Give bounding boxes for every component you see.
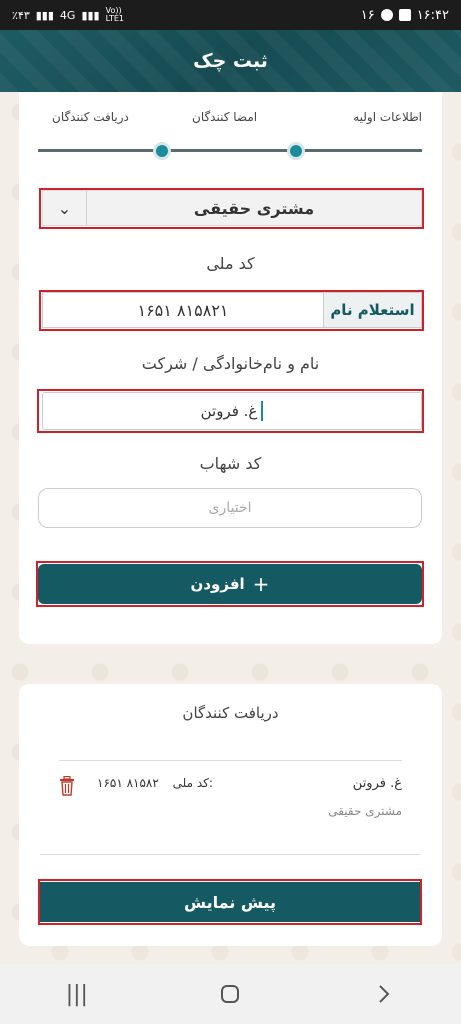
name-value: غ. فروتن: [200, 402, 258, 420]
form-card: اطلاعات اولیه امضا کنندگان دریافت کنندگا…: [19, 92, 442, 644]
national-code-label: کد ملی: [206, 254, 255, 273]
preview-button[interactable]: پیش نمایش: [40, 882, 420, 922]
receiver-type: مشتری حقیقی: [328, 804, 402, 818]
name-input[interactable]: غ. فروتن: [42, 392, 422, 430]
receiver-code-label: کد ملی:: [172, 776, 213, 790]
national-code-input[interactable]: ۱۶۵۱ ۸۱۵۸۲۱: [43, 293, 323, 327]
signal-icon-2: ▮▮▮: [81, 8, 100, 22]
add-button[interactable]: افزودن +: [38, 564, 422, 604]
battery-text: ٪۴۳: [12, 8, 30, 22]
volte-label: Vo)) LTE1: [105, 6, 124, 23]
text-cursor: [261, 401, 264, 421]
step-label-signers[interactable]: امضا کنندگان: [192, 110, 257, 124]
stepper-track: [38, 149, 422, 152]
page-title: ثبت چک: [193, 50, 268, 72]
gallery-icon: [398, 9, 411, 21]
receiver-code-value: ۱۶۵۱ ۸۱۵۸۲: [97, 776, 159, 790]
step-dot-receivers[interactable]: [153, 142, 171, 160]
status-left: ٪۴۳ ▮▮▮ 4G ▮▮▮ Vo)) LTE1: [12, 7, 124, 23]
back-icon[interactable]: [364, 979, 404, 1009]
clock: ۱۶:۴۲: [416, 7, 449, 23]
chevron-down-icon: ⌄: [43, 191, 87, 225]
shield-icon: [380, 9, 393, 21]
signal-icon: ▮▮▮: [35, 8, 54, 22]
shahab-label: کد شهاب: [199, 454, 262, 473]
step-label-receivers[interactable]: دریافت کنندگان: [52, 110, 129, 124]
customer-type-select[interactable]: ⌄ مشتری حقیقی: [42, 190, 422, 226]
shahab-input[interactable]: اختیاری: [38, 488, 422, 528]
plus-icon: +: [252, 572, 270, 596]
national-code-row: ۱۶۵۱ ۸۱۵۸۲۱ استعلام نام: [42, 292, 422, 328]
network-label: 4G: [59, 8, 76, 22]
stepper: اطلاعات اولیه امضا کنندگان دریافت کنندگا…: [38, 106, 422, 160]
step-label-initial-info[interactable]: اطلاعات اولیه: [353, 110, 422, 124]
home-icon[interactable]: [210, 979, 250, 1009]
divider-top: [59, 760, 402, 761]
status-right: ۱۶ ۱۶:۴۲: [361, 8, 449, 23]
system-nav-bar: |||: [0, 964, 461, 1024]
add-label: افزودن: [190, 575, 245, 593]
status-bar: ٪۴۳ ▮▮▮ 4G ▮▮▮ Vo)) LTE1 ۱۶ ۱۶:۴۲: [0, 0, 461, 30]
customer-type-value: مشتری حقیقی: [193, 198, 315, 218]
receivers-title: دریافت کنندگان: [182, 704, 279, 722]
inquiry-name-button[interactable]: استعلام نام: [323, 293, 421, 327]
receiver-name: غ. فروتن: [352, 776, 402, 791]
trash-icon[interactable]: [59, 776, 75, 796]
receivers-card: دریافت کنندگان غ. فروتن مشتری حقیقی ۱۶۵۱…: [19, 684, 442, 946]
shahab-placeholder: اختیاری: [208, 500, 252, 516]
name-label: نام و نام‌خانوادگی / شرکت: [141, 354, 320, 373]
recent-apps-icon[interactable]: |||: [57, 979, 97, 1009]
notification-count: ۱۶: [360, 7, 375, 23]
app-header: ثبت چک: [0, 30, 461, 92]
receiver-code: ۱۶۵۱ ۸۱۵۸۲ کد ملی:: [97, 776, 213, 790]
step-dot-signers[interactable]: [287, 142, 305, 160]
divider-bottom: [40, 854, 420, 855]
